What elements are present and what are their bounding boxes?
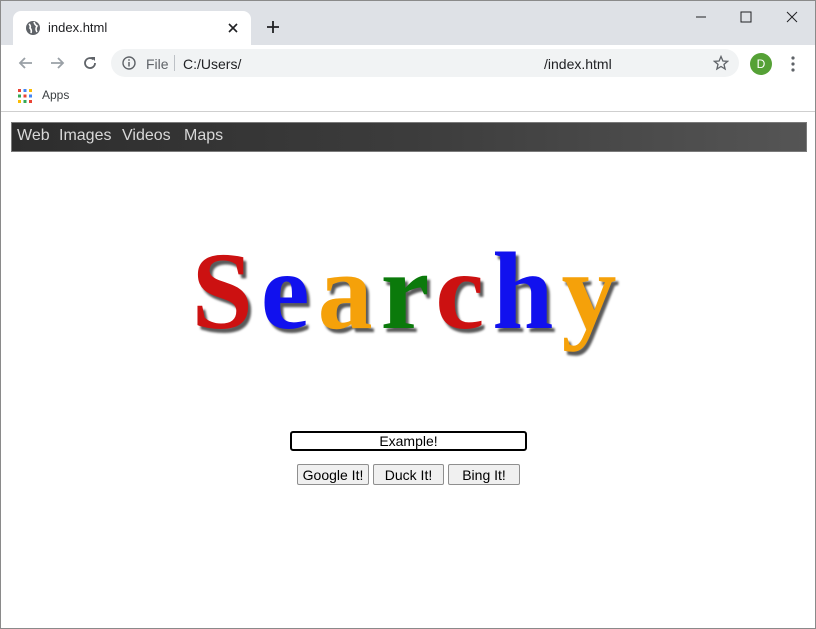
globe-icon: [26, 21, 40, 35]
logo-letter: a: [317, 230, 381, 352]
back-arrow-icon[interactable]: [17, 54, 35, 72]
logo-letter: e: [260, 230, 318, 352]
bookmarks-bar: Apps: [1, 81, 815, 112]
bookmark-apps-label: Apps: [42, 88, 70, 102]
page-content: Web Images Videos Maps Searchy Google It…: [1, 112, 815, 628]
logo-letter: S: [191, 230, 261, 352]
profile-avatar[interactable]: D: [750, 53, 772, 75]
url-scheme-label: File: [146, 56, 169, 72]
close-icon: [786, 11, 798, 23]
menu-kebab-icon[interactable]: [786, 55, 800, 73]
nav-link-images[interactable]: Images: [59, 127, 111, 145]
logo-letter: r: [380, 230, 436, 352]
tab-close-icon[interactable]: [225, 20, 241, 36]
nav-link-maps[interactable]: Maps: [184, 127, 223, 145]
info-icon[interactable]: [122, 56, 136, 70]
new-tab-icon[interactable]: [264, 18, 282, 36]
forward-arrow-icon[interactable]: [48, 54, 66, 72]
duck-it-button[interactable]: Duck It!: [373, 464, 444, 485]
browser-window: index.html File C:/Users/ /index.html D …: [0, 0, 816, 629]
maximize-button[interactable]: [723, 5, 769, 27]
url-text-start: C:/Users/: [183, 56, 242, 72]
nav-link-web[interactable]: Web: [17, 127, 50, 145]
google-it-button[interactable]: Google It!: [297, 464, 369, 485]
logo-letter: c: [435, 230, 493, 352]
reload-icon[interactable]: [81, 54, 99, 72]
nav-link-videos[interactable]: Videos: [122, 127, 171, 145]
maximize-icon: [740, 11, 752, 23]
bookmark-star-icon[interactable]: [713, 55, 729, 71]
browser-tab[interactable]: index.html: [13, 11, 251, 45]
browser-toolbar: File C:/Users/ /index.html: [1, 45, 815, 81]
apps-grid-icon: [18, 89, 32, 103]
url-separator: [174, 55, 175, 71]
searchy-logo: Searchy: [1, 236, 815, 346]
logo-letter: h: [492, 230, 562, 352]
tab-strip: index.html: [1, 1, 815, 45]
search-input[interactable]: [290, 431, 527, 451]
address-bar[interactable]: File C:/Users/ /index.html: [111, 49, 739, 77]
tab-title: index.html: [48, 20, 108, 35]
minimize-icon: [696, 16, 706, 18]
bing-it-button[interactable]: Bing It!: [448, 464, 520, 485]
close-window-button[interactable]: [769, 5, 815, 27]
url-text-end: /index.html: [544, 56, 612, 72]
logo-letter: y: [561, 230, 625, 352]
site-navbar: Web Images Videos Maps: [11, 122, 807, 152]
minimize-button[interactable]: [678, 5, 724, 27]
